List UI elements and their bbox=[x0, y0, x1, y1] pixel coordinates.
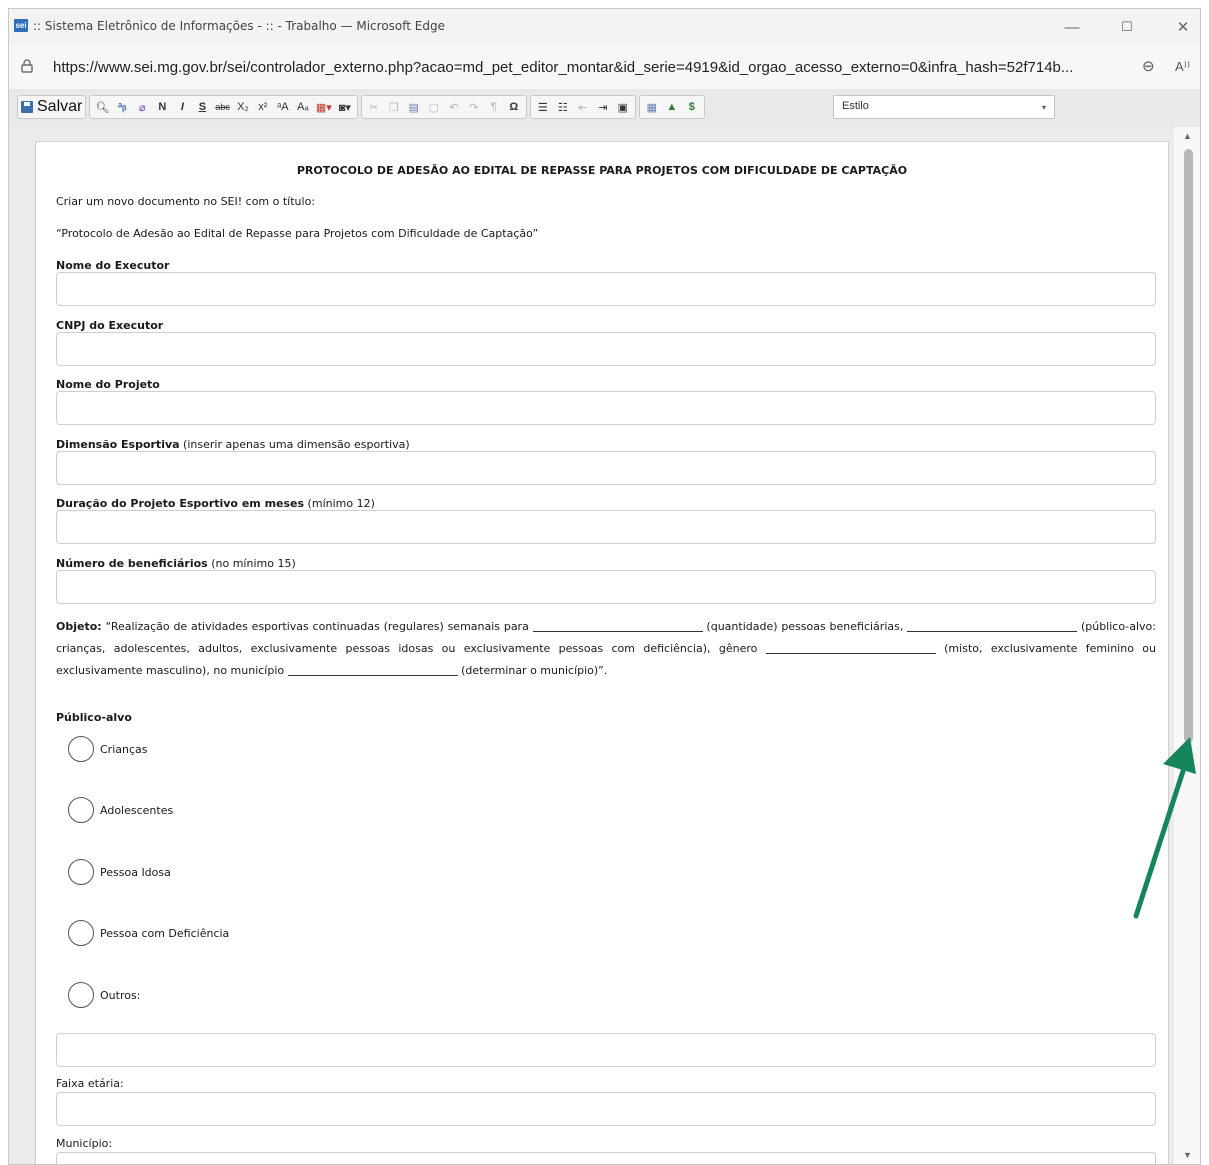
zoom-out-icon[interactable]: ⊖ bbox=[1142, 57, 1155, 75]
browser-window: sei :: Sistema Eletrônico de Informações… bbox=[8, 8, 1201, 1165]
radio-circle-icon[interactable] bbox=[68, 797, 94, 823]
lowercase-icon[interactable]: Aₐ bbox=[294, 96, 312, 118]
italic-button[interactable]: I bbox=[173, 96, 191, 118]
paste-text-icon[interactable]: ▢ bbox=[425, 96, 443, 118]
replace-icon[interactable]: ᵃᵦ bbox=[113, 96, 131, 118]
document-page: PROTOCOLO DE ADESÃO AO EDITAL DE REPASSE… bbox=[35, 141, 1169, 1164]
intro-text: Criar um novo documento no SEI! com o tí… bbox=[56, 195, 316, 208]
link-icon[interactable]: ▲ bbox=[663, 96, 681, 118]
radio-adolescentes[interactable]: Adolescentes bbox=[68, 797, 173, 823]
redo-icon[interactable]: ↷ bbox=[465, 96, 483, 118]
title-bar: sei :: Sistema Eletrônico de Informações… bbox=[9, 9, 1200, 45]
municipio-blank[interactable] bbox=[287, 662, 458, 676]
outros-field[interactable] bbox=[56, 1033, 1156, 1067]
cut-icon[interactable]: ✂︎ bbox=[365, 96, 383, 118]
field-label-cnpj-executor: CNPJ do Executor bbox=[56, 319, 164, 332]
toolbar-group-lists: ☰ ☷ ⇤ ⇥ ▣ bbox=[529, 95, 636, 119]
quoted-title-text: “Protocolo de Adesão ao Edital de Repass… bbox=[56, 227, 539, 240]
background-color-icon[interactable]: ◙▾ bbox=[336, 96, 354, 118]
minimize-button[interactable]: — bbox=[1054, 15, 1090, 39]
save-button[interactable]: Salvar bbox=[17, 95, 87, 119]
toolbar-group-insert: ▦ ▲ $ bbox=[638, 95, 705, 119]
cnpj-executor-field[interactable] bbox=[56, 332, 1156, 366]
uppercase-icon[interactable]: ᵃA bbox=[274, 96, 292, 118]
toolbar-group-format: 🔍︎ ᵃᵦ ⌀ N I S abc X₂ x² ᵃA Aₐ ▦▾ ◙▾ bbox=[89, 95, 358, 119]
publico-alvo-label: Público-alvo bbox=[56, 711, 132, 724]
address-bar: https://www.sei.mg.gov.br/sei/controlado… bbox=[9, 45, 1200, 90]
save-icon bbox=[21, 101, 33, 113]
sei-app-icon: sei bbox=[14, 19, 28, 32]
quantidade-blank[interactable] bbox=[532, 618, 703, 632]
editor-toolbar: Salvar 🔍︎ ᵃᵦ ⌀ N I S abc X₂ x² ᵃA Aₐ ▦▾ … bbox=[9, 89, 1200, 128]
bulleted-list-icon[interactable]: ☷ bbox=[554, 96, 572, 118]
faixa-etaria-label: Faixa etária: bbox=[56, 1077, 124, 1090]
publico-alvo-blank[interactable] bbox=[907, 618, 1078, 632]
window-title: :: Sistema Eletrônico de Informações - :… bbox=[33, 19, 445, 33]
radio-circle-icon[interactable] bbox=[68, 920, 94, 946]
radio-criancas[interactable]: Crianças bbox=[68, 736, 148, 762]
radio-pessoa-deficiencia[interactable]: Pessoa com Deficiência bbox=[68, 920, 229, 946]
strikethrough-button[interactable]: abc bbox=[213, 96, 232, 118]
radio-circle-icon[interactable] bbox=[68, 736, 94, 762]
nome-executor-field[interactable] bbox=[56, 272, 1156, 306]
radio-circle-icon[interactable] bbox=[68, 982, 94, 1008]
maximize-button[interactable]: ☐ bbox=[1109, 15, 1145, 39]
paste-icon[interactable]: ▤ bbox=[405, 96, 423, 118]
radio-pessoa-idosa[interactable]: Pessoa Idosa bbox=[68, 859, 171, 885]
toolbar-group-clipboard: ✂︎ ❐ ▤ ▢ ↶ ↷ ¶ Ω bbox=[360, 95, 527, 119]
municipio-label: Município: bbox=[56, 1137, 113, 1150]
numero-beneficiarios-field[interactable] bbox=[56, 570, 1156, 604]
indent-icon[interactable]: ⇥ bbox=[594, 96, 612, 118]
numbered-list-icon[interactable]: ☰ bbox=[534, 96, 552, 118]
save-label: Salvar bbox=[37, 98, 83, 115]
find-icon[interactable]: 🔍︎ bbox=[93, 96, 111, 118]
lock-icon[interactable] bbox=[21, 59, 33, 73]
url-text[interactable]: https://www.sei.mg.gov.br/sei/controlado… bbox=[53, 59, 1073, 76]
text-color-icon[interactable]: ▦▾ bbox=[314, 96, 334, 118]
table-icon[interactable]: ▦ bbox=[643, 96, 661, 118]
style-select[interactable]: Estilo ▾ bbox=[833, 95, 1055, 119]
undo-icon[interactable]: ↶ bbox=[445, 96, 463, 118]
subscript-button[interactable]: X₂ bbox=[234, 96, 252, 118]
document-title: PROTOCOLO DE ADESÃO AO EDITAL DE REPASSE… bbox=[296, 164, 908, 177]
genero-blank[interactable] bbox=[765, 640, 936, 654]
underline-button[interactable]: S bbox=[193, 96, 211, 118]
municipio-field[interactable] bbox=[56, 1152, 1156, 1164]
superscript-button[interactable]: x² bbox=[254, 96, 272, 118]
dollar-icon[interactable]: $ bbox=[683, 96, 701, 118]
radio-circle-icon[interactable] bbox=[68, 859, 94, 885]
objeto-paragraph: Objeto: “Realização de atividades esport… bbox=[56, 618, 1156, 677]
scrollbar-thumb[interactable] bbox=[1184, 149, 1193, 743]
style-select-value: Estilo bbox=[842, 100, 869, 112]
field-label-duracao-projeto: Duração do Projeto Esportivo em meses (m… bbox=[56, 497, 375, 510]
chevron-down-icon: ▾ bbox=[1041, 103, 1046, 112]
special-char-icon[interactable]: Ω bbox=[505, 96, 523, 118]
bold-button[interactable]: N bbox=[153, 96, 171, 118]
outdent-icon[interactable]: ⇤ bbox=[574, 96, 592, 118]
paragraph-icon[interactable]: ¶ bbox=[485, 96, 503, 118]
remove-format-icon[interactable]: ⌀ bbox=[133, 96, 151, 118]
copy-icon[interactable]: ❐ bbox=[385, 96, 403, 118]
read-aloud-icon[interactable]: A⁾⁾ bbox=[1175, 59, 1190, 75]
dimensao-esportiva-field[interactable] bbox=[56, 451, 1156, 485]
duracao-projeto-field[interactable] bbox=[56, 510, 1156, 544]
scroll-down-icon[interactable]: ▼ bbox=[1183, 1150, 1192, 1160]
vertical-scrollbar[interactable]: ▲ ▼ bbox=[1174, 127, 1200, 1164]
field-label-nome-executor: Nome do Executor bbox=[56, 259, 170, 272]
radio-outros[interactable]: Outros: bbox=[68, 982, 140, 1008]
editor-content-area: PROTOCOLO DE ADESÃO AO EDITAL DE REPASSE… bbox=[9, 127, 1174, 1164]
image-icon[interactable]: ▣ bbox=[614, 96, 632, 118]
faixa-etaria-field[interactable] bbox=[56, 1092, 1156, 1126]
field-label-nome-projeto: Nome do Projeto bbox=[56, 378, 160, 391]
field-label-numero-beneficiarios: Número de beneficiários (no mínimo 15) bbox=[56, 557, 296, 570]
close-button[interactable]: ✕ bbox=[1165, 15, 1200, 39]
nome-projeto-field[interactable] bbox=[56, 391, 1156, 425]
scroll-up-icon[interactable]: ▲ bbox=[1183, 131, 1192, 141]
field-label-dimensao-esportiva: Dimensão Esportiva (inserir apenas uma d… bbox=[56, 438, 410, 451]
